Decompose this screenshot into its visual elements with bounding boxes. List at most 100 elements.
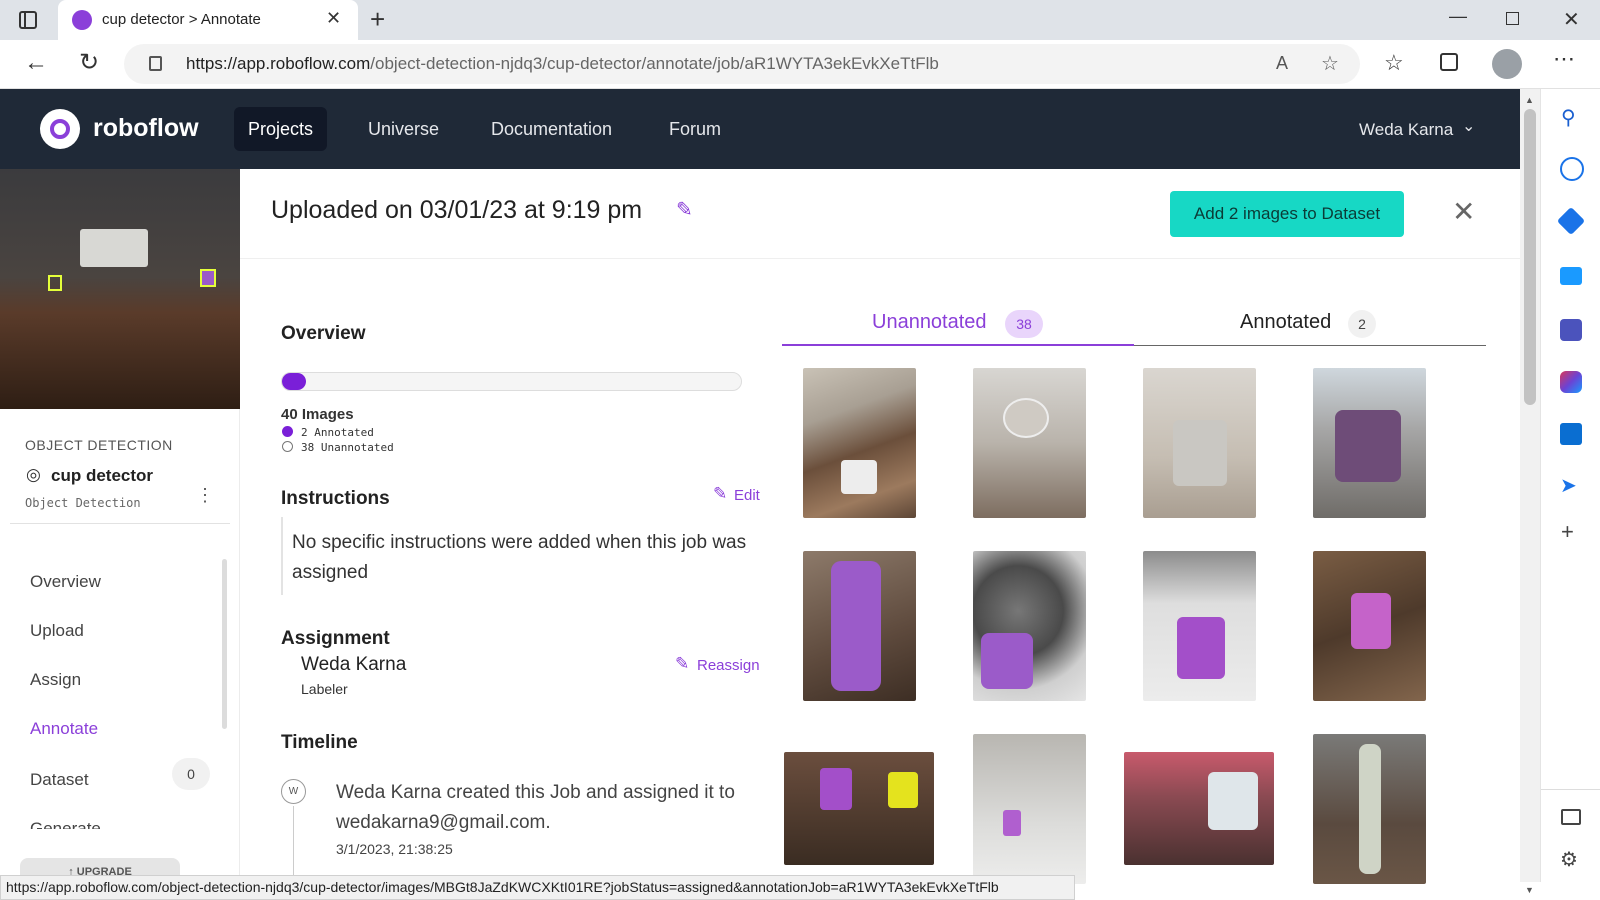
timeline-timestamp: 3/1/2023, 21:38:25 bbox=[336, 841, 453, 857]
roboflow-favicon-icon bbox=[72, 10, 92, 30]
status-url: https://app.roboflow.com/object-detectio… bbox=[6, 879, 999, 895]
sidebar-item-assign[interactable]: Assign bbox=[30, 670, 81, 690]
user-menu[interactable]: Weda Karna bbox=[1359, 120, 1453, 140]
instructions-heading: Instructions bbox=[281, 488, 390, 509]
image-thumbnail[interactable] bbox=[1313, 734, 1426, 884]
image-thumbnail[interactable] bbox=[973, 734, 1086, 884]
timeline-entry-text: Weda Karna created this Job and assigned… bbox=[336, 782, 735, 833]
image-thumbnail[interactable] bbox=[1313, 551, 1426, 701]
collections-icon[interactable] bbox=[1440, 53, 1458, 71]
tab-unannotated[interactable]: Unannotated 38 bbox=[782, 302, 1134, 346]
image-thumbnail[interactable] bbox=[784, 752, 934, 865]
close-icon[interactable]: ✕ bbox=[1452, 195, 1475, 228]
project-name[interactable]: cup detector bbox=[51, 466, 153, 486]
tab-annotated[interactable]: Annotated 2 bbox=[1134, 302, 1486, 346]
project-preview-image bbox=[0, 169, 240, 409]
edit-instructions-icon[interactable]: ✎ bbox=[713, 484, 727, 504]
tab-title: cup detector > Annotate bbox=[102, 11, 261, 28]
instructions-border bbox=[281, 517, 283, 595]
browser-titlebar: cup detector > Annotate ✕ + — ✕ bbox=[0, 0, 1600, 40]
refresh-icon[interactable]: ↻ bbox=[79, 48, 99, 77]
close-tab-icon[interactable]: ✕ bbox=[326, 8, 341, 29]
image-thumbnail[interactable] bbox=[973, 368, 1086, 518]
reassign-button[interactable]: Reassign bbox=[697, 657, 760, 674]
close-window-icon[interactable]: ✕ bbox=[1563, 7, 1580, 32]
read-aloud-icon[interactable]: A bbox=[1276, 53, 1288, 74]
nav-projects[interactable]: Projects bbox=[234, 107, 328, 151]
timeline-avatar: W bbox=[281, 779, 306, 804]
nav-documentation[interactable]: Documentation bbox=[477, 107, 626, 151]
assignee-role: Labeler bbox=[301, 681, 348, 697]
image-thumbnail[interactable] bbox=[1124, 752, 1274, 865]
unannotated-legend: 38 Unannotated bbox=[301, 441, 394, 454]
back-icon[interactable]: ← bbox=[24, 49, 48, 77]
lock-icon bbox=[149, 56, 162, 71]
image-thumbnail[interactable] bbox=[1313, 368, 1426, 518]
tab-unannotated-label: Unannotated bbox=[872, 311, 987, 333]
brand-name[interactable]: roboflow bbox=[93, 114, 199, 143]
unannotated-count-badge: 38 bbox=[1005, 310, 1043, 338]
nav-universe[interactable]: Universe bbox=[354, 107, 453, 151]
games-icon[interactable] bbox=[1560, 319, 1582, 341]
assignee-name: Weda Karna bbox=[301, 654, 407, 675]
image-thumbnail[interactable] bbox=[803, 551, 916, 701]
bounding-box bbox=[200, 269, 216, 287]
url-host: https://app.roboflow.com bbox=[186, 54, 371, 73]
image-thumbnail[interactable] bbox=[973, 551, 1086, 701]
sidebar-item-dataset[interactable]: Dataset bbox=[30, 770, 89, 790]
sidebar-item-annotate[interactable]: Annotate bbox=[30, 719, 98, 739]
profile-avatar[interactable] bbox=[1492, 49, 1522, 79]
minimize-icon[interactable]: — bbox=[1449, 6, 1467, 27]
outlook-icon[interactable] bbox=[1560, 423, 1582, 445]
divider bbox=[1541, 789, 1600, 790]
sidebar-item-upload[interactable]: Upload bbox=[30, 621, 84, 641]
search-icon[interactable]: ⚲ bbox=[1561, 105, 1576, 130]
image-thumbnail[interactable] bbox=[1143, 551, 1256, 701]
tab-actions-icon[interactable] bbox=[19, 11, 37, 29]
shopping-tag-icon[interactable] bbox=[1556, 206, 1586, 236]
sidebar-scrollbar[interactable] bbox=[222, 559, 227, 729]
scrollbar-thumb[interactable] bbox=[1524, 109, 1536, 405]
edit-instructions-button[interactable]: Edit bbox=[734, 487, 760, 504]
tab-annotated-label: Annotated bbox=[1240, 311, 1332, 333]
image-thumbnail[interactable] bbox=[803, 368, 916, 518]
image-thumbnail[interactable] bbox=[1143, 368, 1256, 518]
tools-icon[interactable] bbox=[1560, 267, 1582, 285]
page-scrollbar[interactable]: ▲ ▼ bbox=[1520, 89, 1540, 895]
top-navigation: roboflow Projects Universe Documentation… bbox=[0, 89, 1520, 169]
more-options-icon[interactable]: ⋮ bbox=[196, 485, 214, 506]
chevron-down-icon[interactable]: ⌄ bbox=[1462, 116, 1475, 136]
sidebar-panel-icon[interactable] bbox=[1561, 809, 1581, 825]
globe-icon: ◎ bbox=[26, 465, 41, 484]
annotated-dot-icon bbox=[282, 426, 293, 437]
restore-icon[interactable] bbox=[1506, 12, 1519, 25]
office-icon[interactable] bbox=[1560, 371, 1582, 393]
address-bar: ← ↻ https://app.roboflow.com/object-dete… bbox=[0, 40, 1600, 89]
unannotated-dot-icon bbox=[282, 441, 293, 452]
bing-chat-icon[interactable] bbox=[1560, 157, 1584, 181]
send-icon[interactable]: ➤ bbox=[1560, 473, 1577, 498]
edit-title-icon[interactable]: ✎ bbox=[676, 197, 693, 222]
instructions-text: No specific instructions were added when… bbox=[292, 532, 747, 583]
settings-gear-icon[interactable]: ⚙ bbox=[1560, 847, 1578, 872]
favorites-icon[interactable]: ☆ bbox=[1384, 50, 1404, 76]
edge-sidebar: ⚲ ➤ + ⚙ bbox=[1540, 89, 1600, 882]
sidebar-item-generate[interactable]: Generate bbox=[30, 819, 101, 829]
overview-heading: Overview bbox=[281, 323, 366, 344]
new-tab-icon[interactable]: + bbox=[370, 4, 385, 35]
bounding-box bbox=[48, 275, 62, 291]
nav-forum[interactable]: Forum bbox=[655, 107, 735, 151]
project-sidebar: OBJECT DETECTION ◎ cup detector Object D… bbox=[0, 169, 240, 882]
progress-bar bbox=[281, 372, 742, 391]
progress-fill bbox=[282, 373, 306, 390]
add-favorite-icon[interactable]: ☆ bbox=[1321, 51, 1339, 76]
browser-tab[interactable]: cup detector > Annotate ✕ bbox=[58, 0, 358, 40]
reassign-icon[interactable]: ✎ bbox=[675, 654, 689, 674]
roboflow-logo-icon[interactable] bbox=[40, 109, 80, 149]
url-field[interactable]: https://app.roboflow.com/object-detectio… bbox=[124, 44, 1360, 84]
add-icon[interactable]: + bbox=[1561, 519, 1574, 545]
add-to-dataset-button[interactable]: Add 2 images to Dataset bbox=[1170, 191, 1404, 237]
timeline-line bbox=[293, 806, 294, 875]
more-menu-icon[interactable]: ⋯ bbox=[1553, 46, 1575, 72]
sidebar-item-overview[interactable]: Overview bbox=[30, 572, 101, 592]
